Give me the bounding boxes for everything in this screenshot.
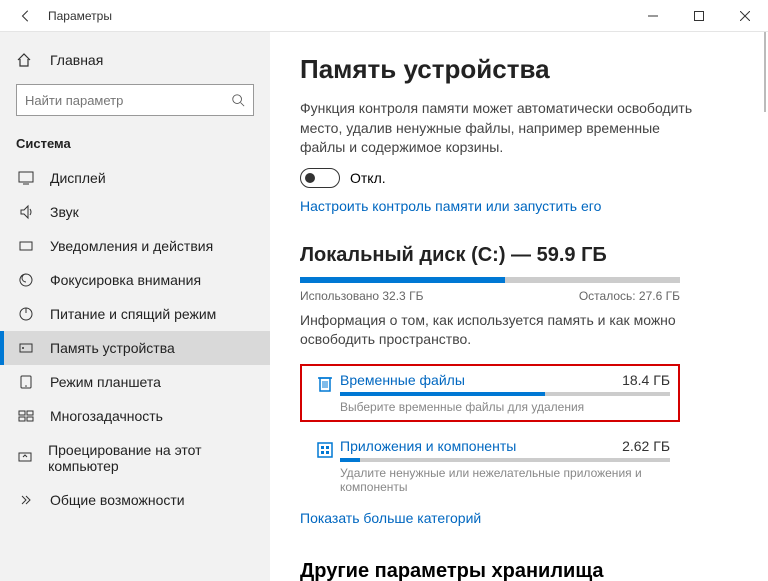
disk-used: Использовано 32.3 ГБ xyxy=(300,289,423,303)
home-link[interactable]: Главная xyxy=(0,46,270,74)
nav-label: Уведомления и действия xyxy=(50,238,213,254)
category-name: Приложения и компоненты xyxy=(340,438,516,454)
disk-info: Информация о том, как используется памят… xyxy=(300,311,738,350)
disk-header: Локальный диск (C:) — 59.9 ГБ xyxy=(300,244,738,267)
search-box[interactable] xyxy=(16,84,254,116)
back-button[interactable] xyxy=(10,0,42,32)
category-bar xyxy=(340,458,670,462)
category-icon xyxy=(310,372,340,414)
storage-category-1[interactable]: Приложения и компоненты 2.62 ГБ Удалите не… xyxy=(300,430,680,502)
nav-icon xyxy=(16,374,36,390)
nav-icon xyxy=(16,450,34,466)
nav-label: Режим планшета xyxy=(50,374,161,390)
sidebar-item-6[interactable]: Режим планшета xyxy=(0,365,270,399)
category-bar xyxy=(340,392,670,396)
nav-label: Проецирование на этот компьютер xyxy=(48,442,254,474)
nav-label: Общие возможности xyxy=(50,492,185,508)
nav-label: Фокусировка внимания xyxy=(50,272,201,288)
search-icon xyxy=(231,93,245,107)
sidebar-item-0[interactable]: Дисплей xyxy=(0,161,270,195)
main-pane: Память устройства Функция контроля памят… xyxy=(270,32,768,581)
sidebar-item-5[interactable]: Память устройства xyxy=(0,331,270,365)
nav-label: Память устройства xyxy=(50,340,175,356)
nav-label: Многозадачность xyxy=(50,408,163,424)
nav-icon xyxy=(16,204,36,220)
sidebar-item-8[interactable]: Проецирование на этот компьютер xyxy=(0,433,270,483)
window-controls xyxy=(630,0,768,32)
category-sub: Удалите ненужные или нежелательные прило… xyxy=(340,466,670,494)
nav-icon xyxy=(16,170,36,186)
nav-icon xyxy=(16,272,36,288)
category-icon xyxy=(310,438,340,494)
toggle-label: Откл. xyxy=(350,170,386,186)
disk-usage-bar xyxy=(300,277,680,283)
category-sub: Выберите временные файлы для удаления xyxy=(340,400,670,414)
scrollbar[interactable] xyxy=(764,32,766,112)
sidebar-item-3[interactable]: Фокусировка внимания xyxy=(0,263,270,297)
search-input[interactable] xyxy=(25,93,231,108)
nav-icon xyxy=(16,340,36,356)
sidebar-item-9[interactable]: Общие возможности xyxy=(0,483,270,517)
home-icon xyxy=(16,52,36,68)
close-button[interactable] xyxy=(722,0,768,32)
maximize-button[interactable] xyxy=(676,0,722,32)
configure-link[interactable]: Настроить контроль памяти или запустить … xyxy=(300,198,601,214)
storage-sense-toggle[interactable] xyxy=(300,168,340,188)
storage-category-0[interactable]: Временные файлы 18.4 ГБ Выберите временные… xyxy=(300,364,680,422)
disk-stats: Использовано 32.3 ГБ Осталось: 27.6 ГБ xyxy=(300,289,680,303)
storage-sense-desc: Функция контроля памяти может автоматиче… xyxy=(300,99,700,158)
nav-label: Дисплей xyxy=(50,170,106,186)
show-more-link[interactable]: Показать больше категорий xyxy=(300,510,481,526)
category-name: Временные файлы xyxy=(340,372,465,388)
other-header: Другие параметры хранилища xyxy=(300,560,738,581)
category-size: 2.62 ГБ xyxy=(622,438,670,454)
category-size: 18.4 ГБ xyxy=(622,372,670,388)
nav-icon xyxy=(16,492,36,508)
sidebar: Главная Система Дисплей Звук Уведомления и… xyxy=(0,32,270,581)
window-title: Параметры xyxy=(48,9,112,23)
sidebar-item-2[interactable]: Уведомления и действия xyxy=(0,229,270,263)
nav-label: Звук xyxy=(50,204,79,220)
nav-icon xyxy=(16,408,36,424)
sidebar-item-4[interactable]: Питание и спящий режим xyxy=(0,297,270,331)
nav-icon xyxy=(16,306,36,322)
titlebar: Параметры xyxy=(0,0,768,32)
sidebar-item-1[interactable]: Звук xyxy=(0,195,270,229)
home-label: Главная xyxy=(50,52,103,68)
page-title: Память устройства xyxy=(300,54,738,85)
nav-label: Питание и спящий режим xyxy=(50,306,216,322)
category-header: Система xyxy=(0,130,270,161)
disk-free: Осталось: 27.6 ГБ xyxy=(579,289,680,303)
sidebar-item-7[interactable]: Многозадачность xyxy=(0,399,270,433)
nav-icon xyxy=(16,238,36,254)
minimize-button[interactable] xyxy=(630,0,676,32)
